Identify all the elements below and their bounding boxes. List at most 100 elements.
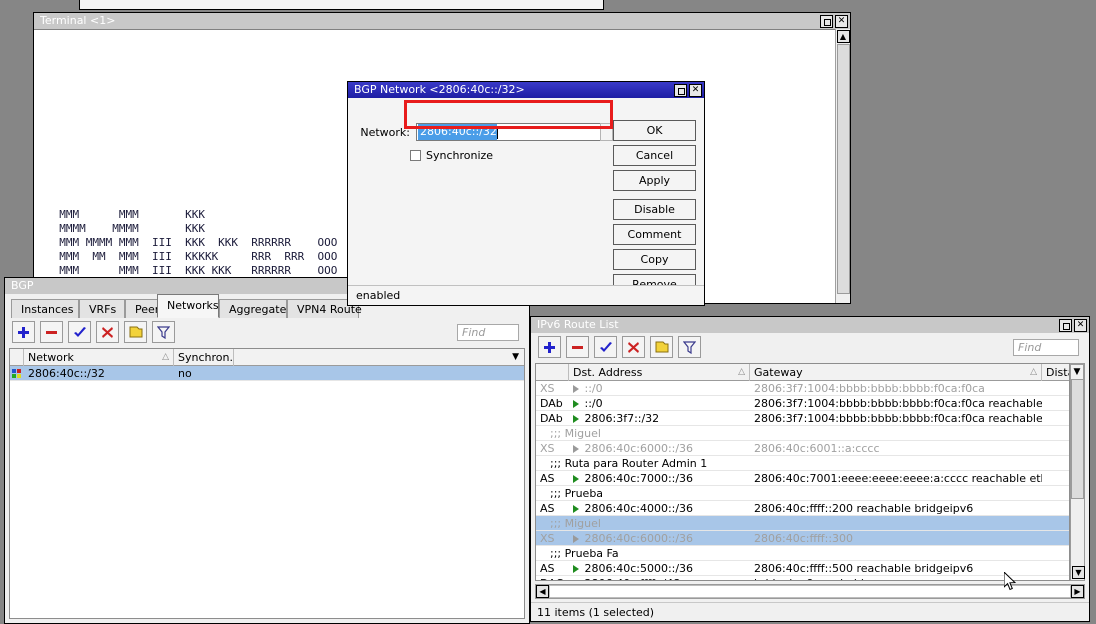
enable-button[interactable] — [594, 336, 617, 358]
bgp-col-network[interactable]: Network △ — [24, 349, 174, 366]
routes-col-dst-address[interactable]: Dst. Address △ — [569, 364, 750, 381]
tab-networks[interactable]: Networks — [157, 294, 219, 318]
table-row[interactable]: XS ::/02806:3f7:1004:bbbb:bbbb:bbbb:f0ca… — [536, 381, 1069, 396]
table-row[interactable]: ;;; Prueba — [536, 486, 1069, 501]
comment-button[interactable] — [124, 321, 147, 343]
routes-hscrollbar[interactable]: ◀ ▶ — [535, 584, 1085, 599]
route-gateway-cell: 2806:40c:ffff::300 — [750, 531, 1042, 545]
route-dst-address-cell: 2806:40c:7000::/36 — [569, 471, 750, 485]
network-label: Network: — [358, 126, 410, 139]
synchronize-label: Synchronize — [426, 149, 493, 162]
route-dst-address-cell: 2806:40c:6000::/36 — [569, 531, 750, 545]
bgp-window[interactable]: BGP Instances VRFs Peers Networks Aggreg… — [4, 277, 530, 624]
network-dropdown-arrow[interactable] — [600, 123, 613, 141]
table-row[interactable]: ;;; Ruta para Router Admin 1 — [536, 456, 1069, 471]
bgp-col-synchronize[interactable]: Synchron... — [174, 349, 234, 366]
routes-grid[interactable]: Dst. Address △ Gateway △ Distance XS ::/… — [535, 363, 1070, 581]
table-row[interactable]: ;;; Prueba Fa — [536, 546, 1069, 561]
dialog-button-column[interactable]: OK Cancel Apply Disable Comment Copy Rem… — [613, 120, 696, 299]
close-icon[interactable]: ✕ — [689, 84, 702, 97]
table-row[interactable]: 2806:40c::/32 no — [10, 366, 524, 381]
scroll-down-icon[interactable]: ▼ — [1072, 566, 1085, 579]
routes-titlebar[interactable]: IPv6 Route List ✕ — [531, 317, 1089, 333]
apply-button[interactable]: Apply — [613, 170, 696, 191]
route-arrow-icon — [573, 385, 579, 393]
network-input[interactable]: 2806:40c::/32 — [416, 123, 606, 141]
disable-button[interactable]: Disable — [613, 199, 696, 220]
route-flags-cell: AS — [536, 501, 569, 515]
network-input-value: 2806:40c::/32 — [418, 124, 497, 140]
comment-button[interactable]: Comment — [613, 224, 696, 245]
bgp-network-dialog[interactable]: BGP Network <2806:40c::/32> ✕ Network: 2… — [347, 81, 705, 306]
remove-button[interactable] — [566, 336, 589, 358]
table-row[interactable]: XS 2806:40c:6000::/362806:40c:ffff::300 — [536, 531, 1069, 546]
chevron-down-icon[interactable]: ▼ — [512, 350, 519, 365]
add-button[interactable] — [538, 336, 561, 358]
table-row[interactable]: DAb 2806:3f7::/322806:3f7:1004:bbbb:bbbb… — [536, 411, 1069, 426]
synchronize-cell: no — [174, 366, 234, 380]
maximize-icon[interactable] — [1059, 319, 1072, 332]
scroll-up-icon[interactable]: ▲ — [837, 30, 850, 43]
dialog-titlebar[interactable]: BGP Network <2806:40c::/32> ✕ — [348, 82, 704, 98]
terminal-titlebar[interactable]: Terminal <1> ✕ — [34, 13, 850, 29]
bgp-networks-grid[interactable]: Network △ Synchron... ▼ 2806:40c::/32 no — [9, 348, 525, 619]
routes-vscrollbar[interactable]: ▲ ▼ — [1070, 363, 1085, 581]
maximize-icon[interactable] — [674, 84, 687, 97]
table-row[interactable]: ;;; Miguel — [536, 426, 1069, 441]
search-input[interactable]: Find — [1013, 339, 1079, 356]
synchronize-row[interactable]: Synchronize — [410, 149, 493, 162]
cancel-button[interactable]: Cancel — [613, 145, 696, 166]
route-arrow-icon — [573, 475, 579, 483]
tab-vrfs[interactable]: VRFs — [79, 299, 125, 318]
terminal-scrollbar[interactable]: ▲ — [835, 29, 850, 303]
copy-button[interactable]: Copy — [613, 249, 696, 270]
table-row[interactable]: DAb ::/02806:3f7:1004:bbbb:bbbb:bbbb:f0c… — [536, 396, 1069, 411]
add-button[interactable] — [12, 321, 35, 343]
route-flags-cell: AS — [536, 471, 569, 485]
routes-col-distance[interactable]: Distance — [1042, 364, 1069, 381]
synchronize-checkbox[interactable] — [410, 150, 421, 161]
comment-button[interactable] — [650, 336, 673, 358]
bgp-toolbar[interactable]: Find — [5, 318, 529, 346]
routes-rows-container[interactable]: XS ::/02806:3f7:1004:bbbb:bbbb:bbbb:f0ca… — [536, 381, 1069, 581]
close-icon[interactable]: ✕ — [835, 15, 848, 28]
route-comment-cell: ;;; Miguel — [536, 426, 1069, 440]
ok-button[interactable]: OK — [613, 120, 696, 141]
scroll-right-icon[interactable]: ▶ — [1071, 585, 1084, 598]
table-row[interactable]: AS 2806:40c:7000::/362806:40c:7001:eeee:… — [536, 471, 1069, 486]
search-input[interactable]: Find — [457, 324, 519, 341]
route-distance-cell — [1042, 381, 1069, 395]
chevron-down-icon[interactable]: ▼ — [1070, 364, 1084, 380]
routes-title: IPv6 Route List — [537, 317, 1057, 333]
route-dst-address-cell: 2806:40c:5000::/36 — [569, 561, 750, 575]
maximize-icon[interactable] — [820, 15, 833, 28]
terminal-title: Terminal <1> — [40, 13, 818, 29]
scroll-left-icon[interactable]: ◀ — [536, 585, 549, 598]
filter-button[interactable] — [152, 321, 175, 343]
hscrollbar-track[interactable] — [549, 585, 1071, 598]
table-row[interactable]: DAC 2806:40c:ffff::/48bridgeipv6 reachab… — [536, 576, 1069, 581]
scrollbar-thumb[interactable] — [837, 44, 850, 294]
route-distance-cell — [1042, 561, 1069, 575]
routes-toolbar[interactable]: Find — [531, 333, 1089, 361]
disable-button[interactable] — [622, 336, 645, 358]
mouse-cursor — [1004, 572, 1016, 591]
routes-col-gateway[interactable]: Gateway △ — [750, 364, 1042, 381]
route-comment-cell: ;;; Prueba Fa — [536, 546, 1069, 560]
table-row[interactable]: AS 2806:40c:5000::/362806:40c:ffff::500 … — [536, 561, 1069, 576]
table-row[interactable]: AS 2806:40c:4000::/362806:40c:ffff::200 … — [536, 501, 1069, 516]
disable-button[interactable] — [96, 321, 119, 343]
close-icon[interactable]: ✕ — [1074, 319, 1087, 332]
tab-instances[interactable]: Instances — [11, 299, 79, 318]
enable-button[interactable] — [68, 321, 91, 343]
table-row[interactable]: XS 2806:40c:6000::/362806:40c:6001::a:cc… — [536, 441, 1069, 456]
route-distance-cell — [1042, 531, 1069, 545]
scrollbar-thumb[interactable] — [1071, 379, 1084, 499]
filter-button[interactable] — [678, 336, 701, 358]
route-gateway-cell: 2806:3f7:1004:bbbb:bbbb:bbbb:f0ca:f0ca — [750, 381, 1042, 395]
route-distance-cell — [1042, 471, 1069, 485]
remove-button[interactable] — [40, 321, 63, 343]
tab-aggregates[interactable]: Aggregates — [219, 299, 287, 318]
route-flags-cell: XS — [536, 381, 569, 395]
table-row[interactable]: ;;; Miguel — [536, 516, 1069, 531]
